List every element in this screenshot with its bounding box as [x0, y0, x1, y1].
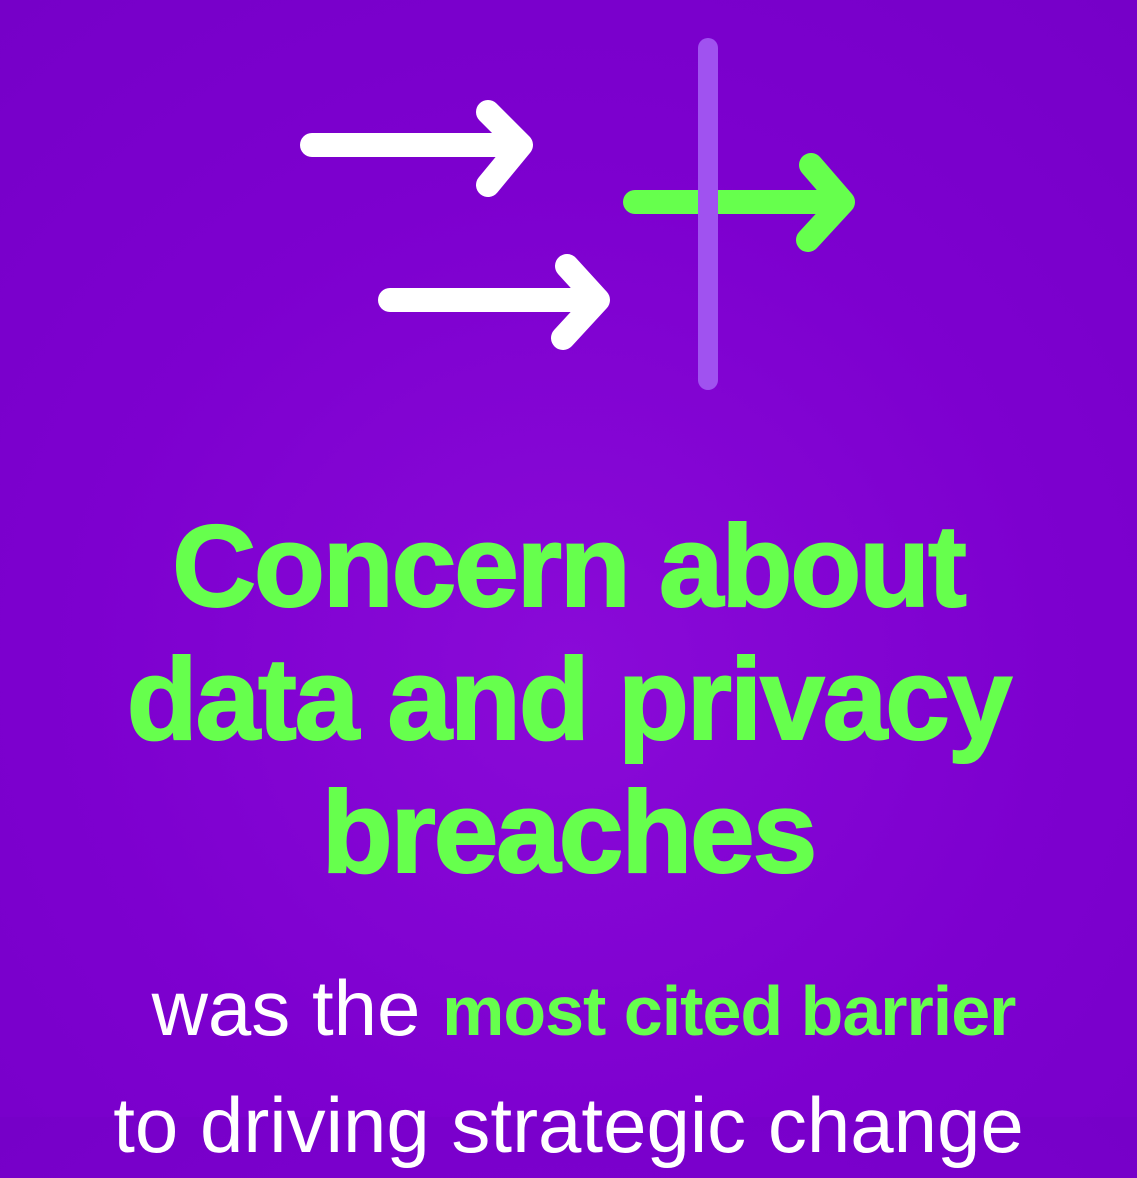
headline-line-1: Concern about — [171, 500, 967, 632]
body-lead: was the — [151, 964, 443, 1052]
body-text: was the most cited barrier to driving st… — [0, 955, 1137, 1178]
headline-line-2: data and privacy — [126, 633, 1013, 765]
white-arrow-bottom-icon — [378, 254, 610, 350]
body-line-2: to driving strategic change — [113, 1081, 1024, 1169]
arrows-illustration — [0, 0, 1137, 420]
body-highlight: most cited barrier — [442, 972, 1016, 1050]
arrows-crossing-line-icon — [300, 38, 855, 390]
headline: Concern about data and privacy breaches — [0, 500, 1137, 899]
white-arrow-top-icon — [300, 100, 533, 197]
headline-line-3: breaches — [321, 766, 818, 898]
body-line-1: was the most cited barrier — [0, 955, 1137, 1064]
green-arrow-icon — [623, 153, 855, 252]
